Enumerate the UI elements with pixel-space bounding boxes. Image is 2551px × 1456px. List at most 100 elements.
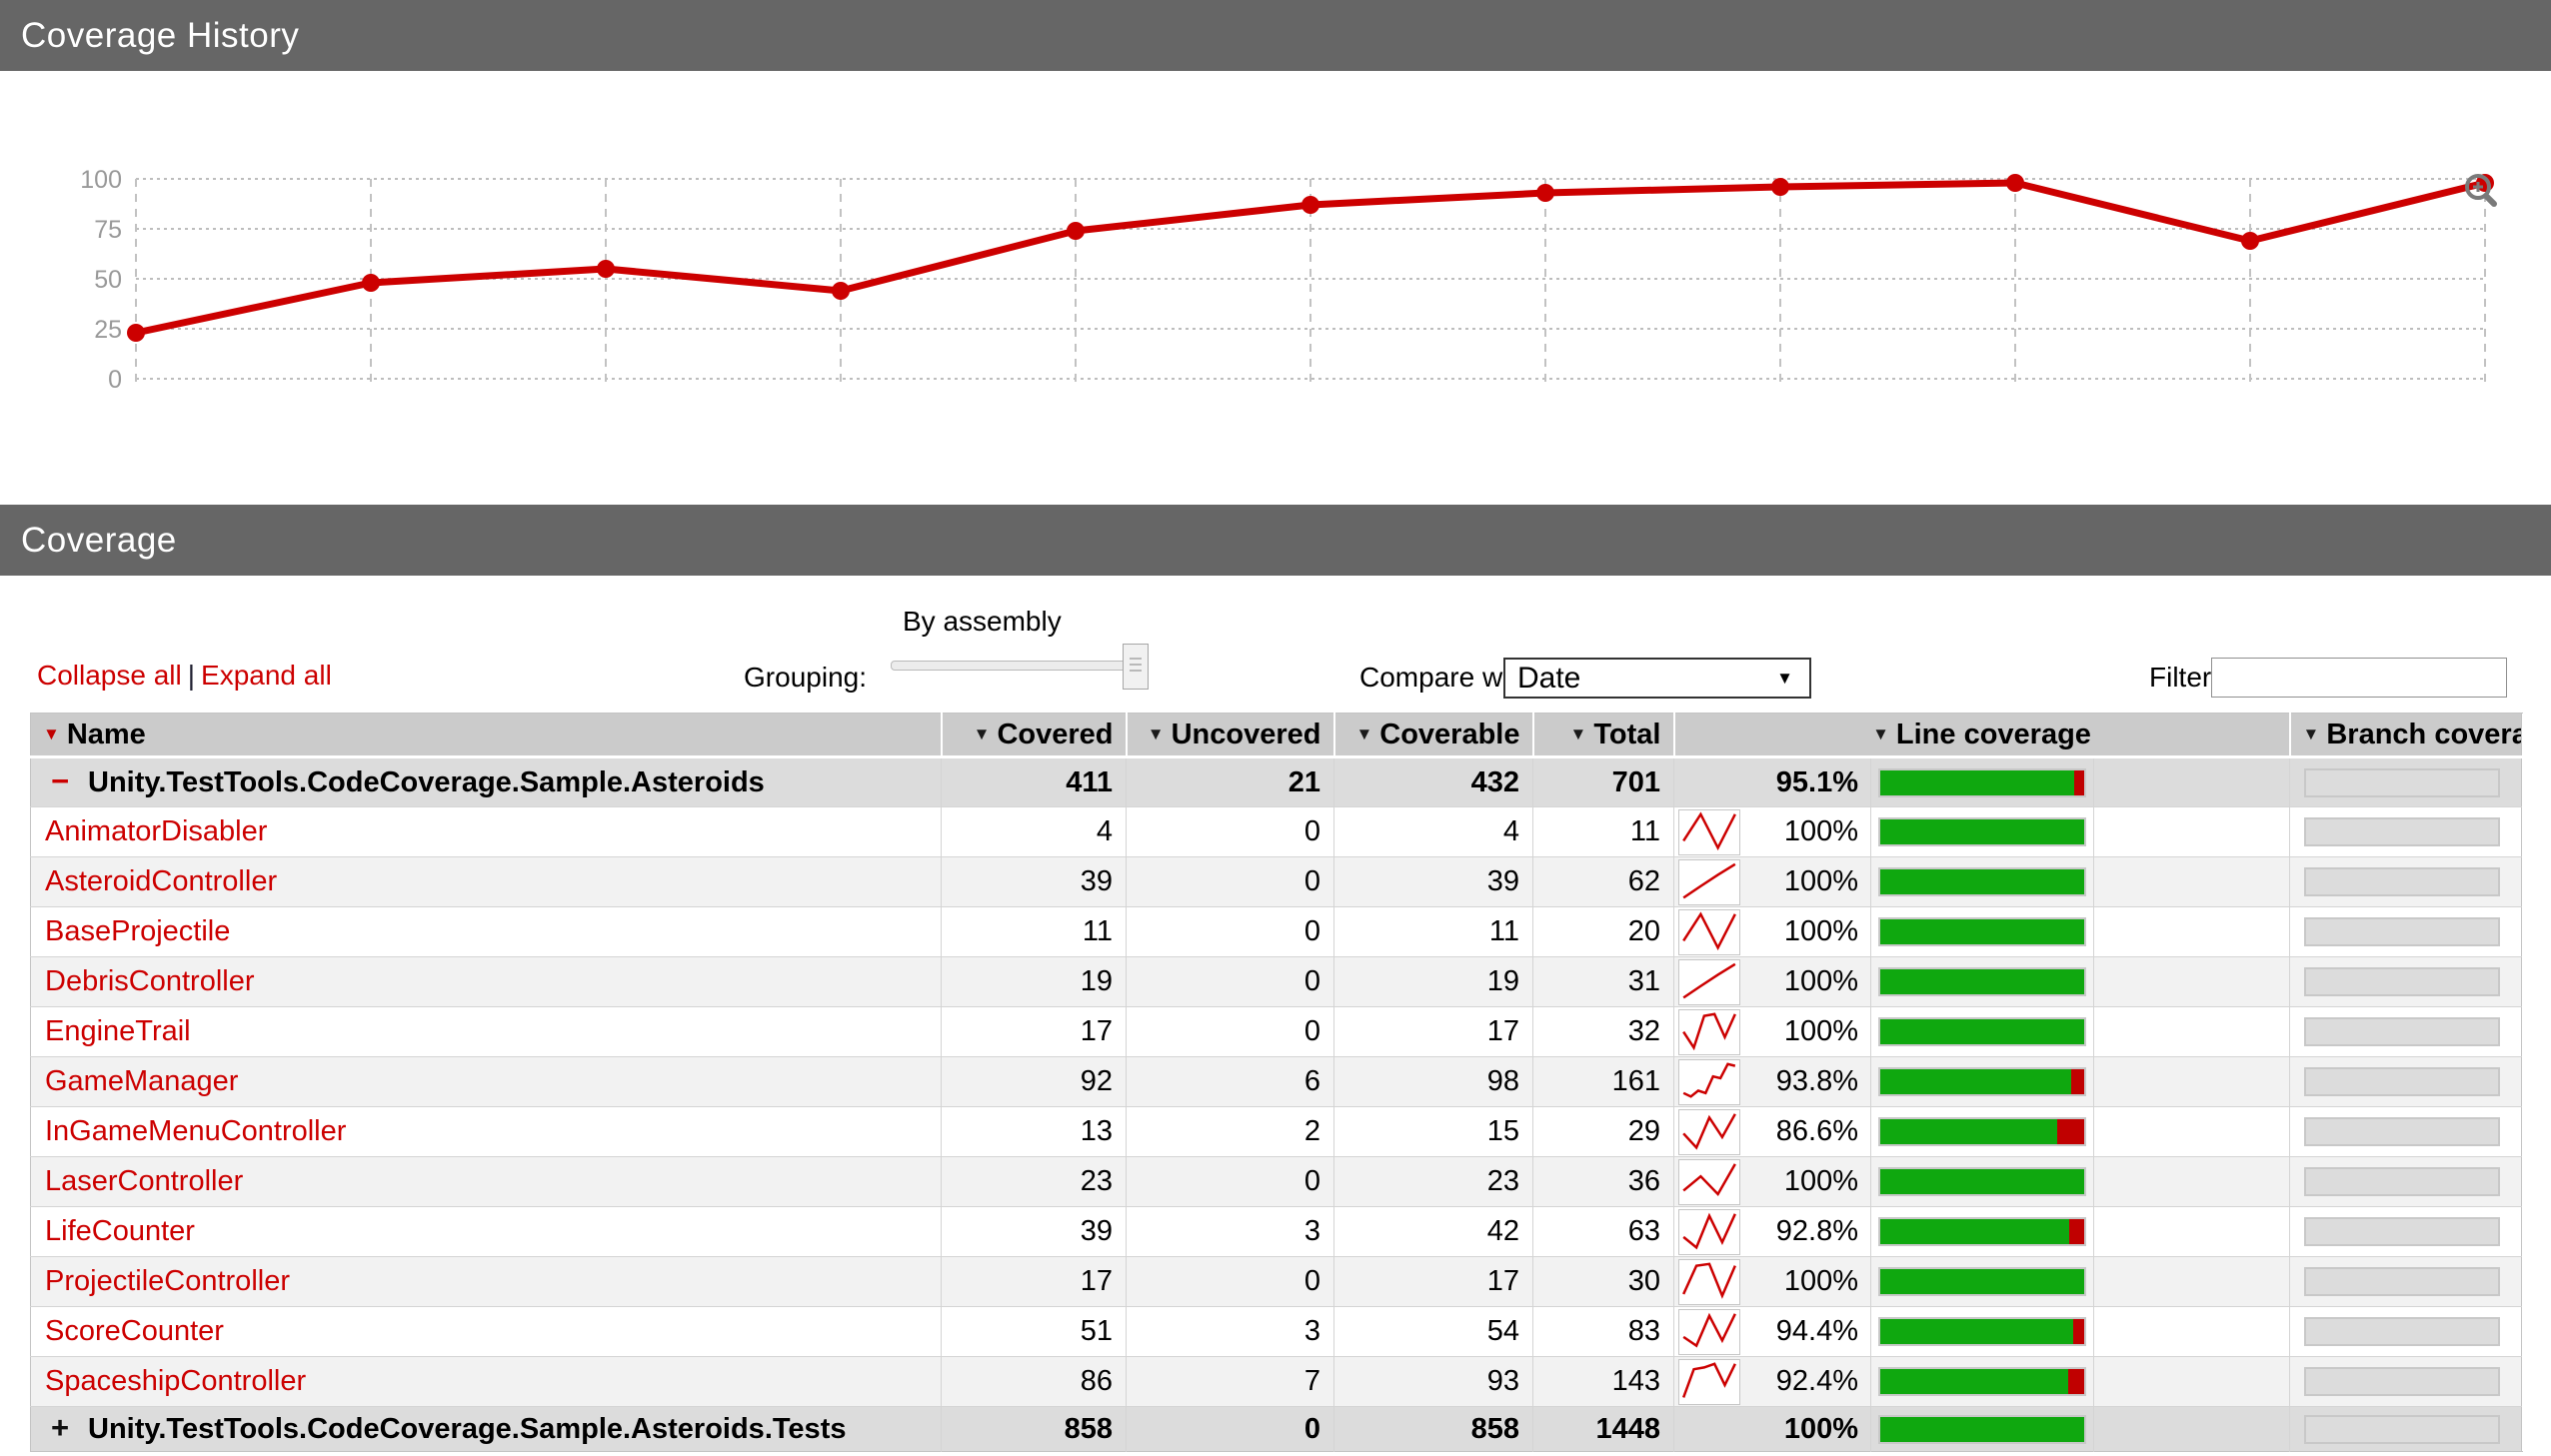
coverage-table: ▼ Name ▼ Covered ▼ Uncovered ▼ Coverable ▼ Total ▼… (30, 713, 2523, 1452)
column-header-branch-coverage[interactable]: ▼ Branch coverage (2288, 713, 2522, 758)
assembly-row: + Unity.TestTools.CodeCoverage.Sample.Ast… (30, 1406, 2522, 1452)
expand-icon[interactable]: + (45, 1412, 75, 1443)
line-coverage-bar-cell (1870, 1406, 2094, 1452)
coverage-titlebar: Coverage (0, 505, 2551, 576)
branch-coverage-empty-bar (2304, 817, 2501, 846)
class-link[interactable]: ProjectileController (45, 1265, 290, 1297)
sort-arrow-icon: ▼ (1569, 724, 1587, 743)
total-cell: 83 (1532, 1306, 1674, 1357)
line-coverage-bar-cell (1870, 1356, 2094, 1407)
uncovered-cell: 0 (1126, 956, 1334, 1007)
line-coverage-percent: 95.1% (1775, 765, 1858, 798)
sort-arrow-icon: ▼ (1872, 724, 1889, 743)
line-coverage-bar (1878, 1267, 2086, 1296)
grouping-slider[interactable] (891, 642, 1149, 690)
grouping-slider-thumb[interactable] (1123, 644, 1149, 690)
line-coverage-percent: 100% (1783, 1265, 1858, 1297)
data-point (832, 282, 850, 300)
y-axis-tick-label: 25 (94, 316, 122, 344)
branch-coverage-bar-cell (2289, 1056, 2522, 1107)
branch-coverage-percent-cell (2092, 756, 2290, 807)
coverage-history-sparkline (1678, 1109, 1740, 1155)
column-header-line-coverage[interactable]: ▼ Line coverage (1672, 713, 2290, 758)
line-coverage-bar-cell (1870, 1256, 2094, 1307)
collapse-all-link[interactable]: Collapse all (37, 660, 182, 691)
line-coverage-percent-cell: 100% (1673, 856, 1871, 907)
expand-all-link[interactable]: Expand all (201, 660, 332, 691)
sort-arrow-icon: ▼ (973, 724, 991, 743)
name-cell: EngineTrail (30, 1006, 942, 1057)
class-link[interactable]: InGameMenuController (45, 1115, 346, 1147)
covered-bar-segment (1880, 1416, 2084, 1442)
branch-coverage-empty-bar (2304, 1017, 2501, 1046)
grouping-value-label: By assembly (903, 606, 1062, 637)
covered-bar-segment (1880, 769, 2074, 795)
coverable-cell: 54 (1333, 1306, 1533, 1357)
filter-input[interactable] (2211, 658, 2507, 698)
chart-zoom-icon[interactable] (2461, 171, 2505, 215)
branch-coverage-bar-cell (2289, 756, 2522, 807)
sort-arrow-icon: ▼ (43, 724, 60, 743)
line-coverage-bar (1878, 1414, 2086, 1444)
column-header-total[interactable]: ▼ Total (1531, 713, 1674, 758)
column-header-label: Name (66, 718, 146, 750)
coverable-cell: 42 (1333, 1206, 1533, 1257)
covered-bar-segment (1880, 919, 2084, 944)
branch-coverage-bar-cell (2289, 1206, 2522, 1257)
column-header-coverable[interactable]: ▼ Coverable (1332, 713, 1533, 758)
total-cell: 30 (1532, 1256, 1674, 1307)
name-cell: + Unity.TestTools.CodeCoverage.Sample.Ast… (30, 1406, 942, 1452)
expand-collapse-links: Collapse all | Expand all (37, 660, 332, 692)
line-coverage-bar-cell (1870, 1056, 2094, 1107)
class-link[interactable]: GameManager (45, 1065, 238, 1097)
coverage-history-sparkline (1678, 1259, 1740, 1305)
total-cell: 11 (1532, 806, 1674, 857)
y-axis-tick-label: 0 (108, 366, 122, 394)
coverable-cell: 17 (1333, 1256, 1533, 1307)
class-link[interactable]: DebrisController (45, 965, 255, 997)
line-coverage-bar (1878, 1067, 2086, 1096)
grouping-slider-track[interactable] (891, 661, 1127, 671)
line-coverage-percent: 92.4% (1775, 1365, 1858, 1397)
total-cell: 62 (1532, 856, 1674, 907)
line-coverage-percent-cell: 95.1% (1673, 756, 1871, 807)
branch-coverage-empty-bar (2304, 1067, 2501, 1096)
branch-coverage-empty-bar (2304, 767, 2501, 797)
uncovered-cell: 0 (1126, 806, 1334, 857)
covered-cell: 51 (941, 1306, 1127, 1357)
slider-grip (1130, 658, 1142, 675)
class-link[interactable]: BaseProjectile (45, 915, 230, 947)
coverable-cell: 93 (1333, 1356, 1533, 1407)
compare-with-select[interactable]: Date ▼ (1503, 658, 1811, 699)
column-header-uncovered[interactable]: ▼ Uncovered (1125, 713, 1334, 758)
line-coverage-percent: 100% (1783, 1015, 1858, 1047)
column-header-covered[interactable]: ▼ Covered (940, 713, 1127, 758)
branch-coverage-percent-cell (2092, 856, 2290, 907)
line-coverage-percent-cell: 86.6% (1673, 1106, 1871, 1157)
line-coverage-percent-cell: 92.8% (1673, 1206, 1871, 1257)
line-coverage-bar (1878, 867, 2086, 896)
collapse-icon[interactable]: − (45, 765, 75, 796)
history-line-chart: 100 75 50 25 0 (80, 166, 2494, 394)
covered-bar-segment (1880, 1119, 2057, 1144)
line-coverage-bar (1878, 917, 2086, 946)
class-link[interactable]: EngineTrail (45, 1015, 191, 1047)
name-cell: − Unity.TestTools.CodeCoverage.Sample.Ast… (30, 756, 942, 807)
class-link[interactable]: AsteroidController (45, 865, 277, 897)
class-link[interactable]: ScoreCounter (45, 1315, 224, 1347)
line-coverage-percent-cell: 100% (1673, 956, 1871, 1007)
grouping-label: Grouping: (744, 662, 867, 693)
name-cell: AnimatorDisabler (30, 806, 942, 857)
total-cell: 143 (1532, 1356, 1674, 1407)
class-link[interactable]: AnimatorDisabler (45, 815, 267, 847)
line-coverage-percent: 100% (1783, 865, 1858, 897)
column-header-name[interactable]: ▼ Name (30, 713, 942, 758)
class-link[interactable]: LifeCounter (45, 1215, 195, 1247)
total-cell: 63 (1532, 1206, 1674, 1257)
line-coverage-percent: 100% (1783, 1412, 1858, 1445)
total-cell: 161 (1532, 1056, 1674, 1107)
class-link[interactable]: SpaceshipController (45, 1365, 306, 1397)
coverage-history-sparkline (1678, 859, 1740, 905)
line-coverage-percent-cell: 100% (1673, 1156, 1871, 1207)
class-link[interactable]: LaserController (45, 1165, 243, 1197)
